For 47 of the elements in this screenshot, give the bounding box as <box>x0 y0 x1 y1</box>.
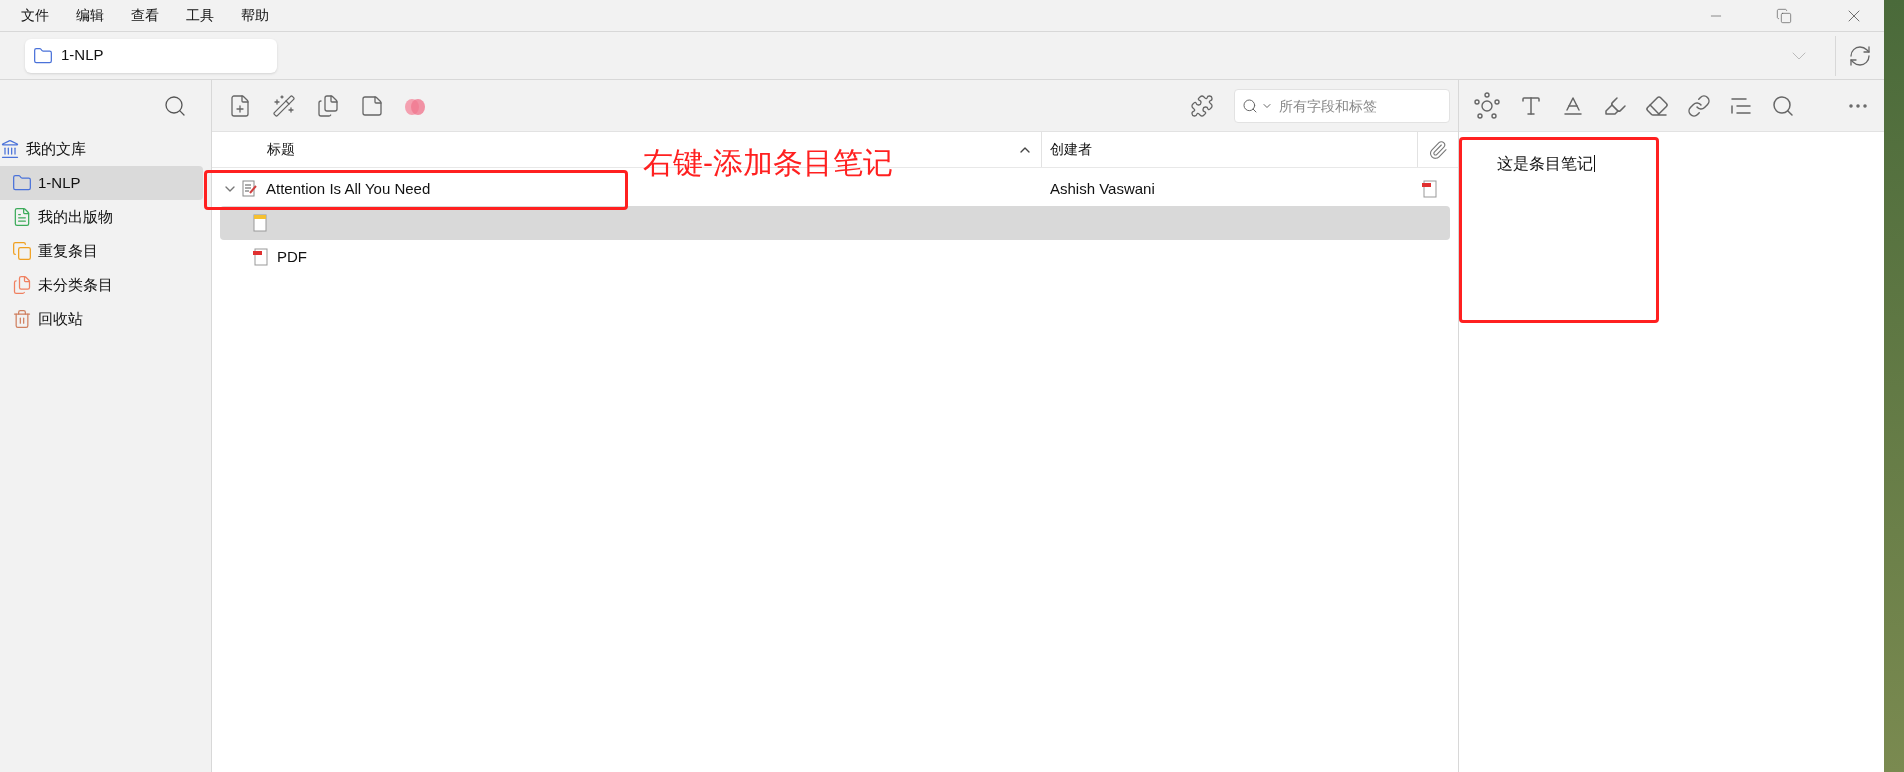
magic-wand-icon[interactable] <box>272 93 296 118</box>
column-header[interactable]: 创建者 <box>1042 132 1418 167</box>
trash-icon <box>12 309 32 329</box>
sidebar-item[interactable]: 回收站 <box>0 302 203 336</box>
link-icon[interactable] <box>1687 93 1711 118</box>
sidebar-item[interactable]: 我的出版物 <box>0 200 203 234</box>
folder-icon <box>12 173 32 193</box>
clear-format-icon[interactable] <box>1645 93 1669 118</box>
hub-icon[interactable] <box>1473 91 1501 120</box>
menu-item[interactable]: 查看 <box>131 5 159 26</box>
menu-item[interactable]: 文件 <box>21 5 49 26</box>
pdf-file-icon <box>1422 180 1438 198</box>
table-row[interactable] <box>220 206 1450 240</box>
restore-icon[interactable] <box>1776 7 1792 24</box>
menu-item[interactable]: 工具 <box>186 5 214 26</box>
duplicate-icon <box>12 241 32 261</box>
new-note-icon[interactable] <box>360 93 384 118</box>
sidebar-item[interactable]: 我的文库 <box>0 132 203 166</box>
search-icon <box>1242 97 1258 114</box>
document-pen-icon <box>242 180 258 198</box>
collection-tab[interactable]: 1-NLP <box>25 38 277 73</box>
search-icon[interactable] <box>163 94 187 118</box>
files-icon <box>12 275 32 295</box>
document-icon <box>12 207 32 227</box>
add-attachment-icon[interactable] <box>316 93 340 118</box>
menu-item[interactable]: 帮助 <box>241 5 269 26</box>
note-text[interactable]: 这是条目笔记 <box>1497 155 1595 172</box>
search-field[interactable]: 所有字段和标签 <box>1234 88 1450 123</box>
creator-cell-text: Ashish Vaswani <box>1049 178 1156 199</box>
note-icon <box>253 214 267 232</box>
table-row[interactable]: PDF <box>220 240 1450 274</box>
search-icon[interactable] <box>1771 93 1795 118</box>
annotation-text: 右键-添加条目笔记 <box>643 145 893 181</box>
pdf-file-icon <box>253 248 269 266</box>
puzzle-icon[interactable] <box>1190 93 1214 118</box>
item-title: Attention Is All You Need <box>266 178 431 199</box>
menu-item[interactable]: 编辑 <box>76 5 104 26</box>
new-item-icon[interactable] <box>228 93 252 118</box>
sidebar-item[interactable]: 1-NLP <box>0 166 203 200</box>
library-icon <box>0 139 20 159</box>
sidebar-item[interactable]: 未分类条目 <box>0 268 203 302</box>
sync-icon[interactable] <box>1848 43 1872 68</box>
paperclip-icon[interactable] <box>1428 139 1448 160</box>
item-title: PDF <box>277 246 307 267</box>
sidebar-item[interactable]: 重复条目 <box>0 234 203 268</box>
column-header[interactable]: 标题 <box>267 139 295 160</box>
folder-icon <box>33 45 53 66</box>
